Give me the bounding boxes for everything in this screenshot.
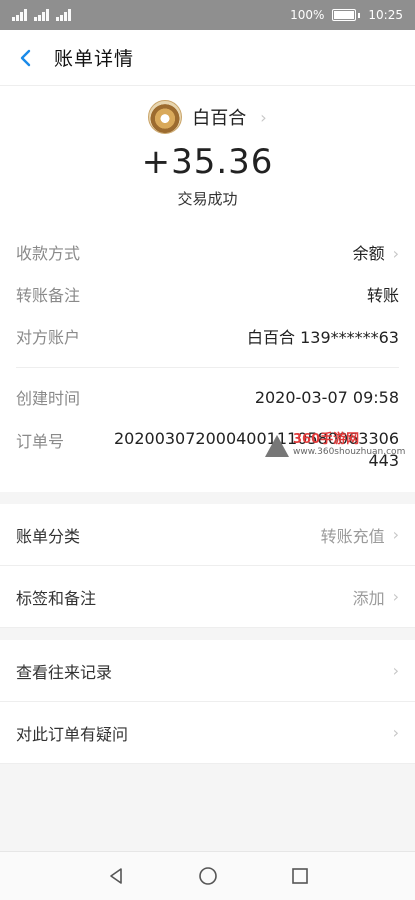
page-title: 账单详情: [54, 48, 135, 70]
detail-label: 收款方式: [16, 244, 81, 263]
clock: 10:25: [368, 8, 403, 22]
signal-icon-2: [34, 9, 50, 21]
payer-link[interactable]: 白百合 ›: [0, 100, 415, 134]
list-label: 查看往来记录: [16, 662, 113, 682]
chevron-right-icon: ›: [392, 587, 399, 606]
system-nav-bar: [0, 851, 415, 900]
detail-row-time: 创建时间 2020-03-07 09:58: [16, 376, 399, 418]
detail-label: 对方账户: [16, 328, 81, 347]
detail-row-method[interactable]: 收款方式 余额 ›: [16, 231, 399, 273]
triangle-back-icon[interactable]: [105, 865, 127, 887]
nav-bar: 账单详情: [0, 30, 415, 86]
network-indicators: [12, 9, 72, 21]
watermark-sub: www.360shouzhuan.com: [293, 447, 406, 457]
list-label: 标签和备注: [16, 588, 97, 608]
chevron-right-icon: ›: [392, 661, 399, 680]
detail-row-note: 转账备注 转账: [16, 273, 399, 315]
detail-label: 订单号: [16, 432, 65, 451]
list-item-tags[interactable]: 标签和备注 添加 ›: [0, 566, 415, 628]
detail-label: 转账备注: [16, 286, 81, 305]
watermark-main: 360手游网: [293, 432, 360, 447]
back-arrow-icon[interactable]: [16, 48, 36, 68]
square-recent-icon[interactable]: [289, 865, 311, 887]
watermark-logo-icon: [265, 435, 289, 457]
list-item-category[interactable]: 账单分类 转账充值 ›: [0, 504, 415, 566]
payer-name: 白百合: [192, 108, 247, 129]
signal-icon: [12, 9, 28, 21]
detail-label: 创建时间: [16, 389, 81, 408]
circle-home-icon[interactable]: [197, 865, 219, 887]
detail-value: 转账: [366, 286, 399, 305]
battery-percent: 100%: [290, 8, 325, 22]
chevron-right-icon: ›: [392, 244, 399, 263]
list-value: 转账充值: [320, 526, 385, 546]
chevron-right-icon: ›: [392, 525, 399, 544]
chevron-right-icon: ›: [392, 723, 399, 742]
amount: +35.36: [141, 142, 274, 182]
list-value: 添加: [352, 588, 385, 608]
battery-icon: [332, 9, 357, 21]
section-gap: [0, 628, 415, 640]
category-section: 账单分类 转账充值 › 标签和备注 添加 ›: [0, 504, 415, 628]
list-item-history[interactable]: 查看往来记录 ›: [0, 640, 415, 702]
list-label: 对此订单有疑问: [16, 724, 129, 744]
avatar: [148, 100, 183, 134]
help-section: 查看往来记录 › 对此订单有疑问 ›: [0, 640, 415, 764]
chevron-right-icon: ›: [260, 107, 267, 127]
detail-value: 余额: [352, 244, 385, 263]
list-label: 账单分类: [16, 526, 81, 546]
list-item-question[interactable]: 对此订单有疑问 ›: [0, 702, 415, 764]
signal-icon-3: [56, 9, 72, 21]
status-text: 交易成功: [177, 190, 238, 208]
section-gap: [0, 492, 415, 504]
divider: [16, 367, 399, 368]
detail-value: 2020-03-07 09:58: [254, 387, 399, 407]
status-bar: 100% 10:25: [0, 0, 415, 30]
detail-value: 白百合 139******63: [247, 328, 399, 347]
detail-row-account: 对方账户 白百合 139******63: [16, 315, 399, 357]
watermark: 360手游网 www.360shouzhuan.com: [265, 432, 406, 458]
